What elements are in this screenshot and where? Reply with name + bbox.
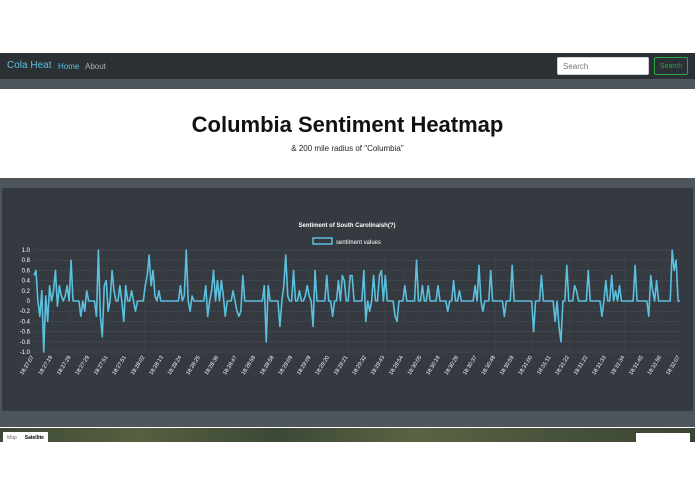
x-tick-label: 18:31:11: [536, 355, 552, 376]
x-tick-label: 18:31:22: [555, 355, 571, 376]
x-tick-label: 18:28:47: [222, 355, 238, 376]
x-tick-label: 18:29:09: [296, 355, 312, 376]
legend-label: sentiment values: [336, 240, 381, 246]
y-tick-label: 0.4: [22, 279, 31, 285]
x-tick-label: 18:31:34: [610, 355, 626, 376]
page-subtitle: & 200 mile radius of "Columbia": [291, 144, 404, 153]
x-tick-label: 18:30:05: [407, 355, 423, 376]
y-tick-label: 0: [27, 299, 31, 305]
x-tick-label: 18:31:00: [518, 355, 534, 376]
x-tick-label: 18:29:32: [351, 355, 367, 376]
y-tick-label: 0.2: [22, 289, 31, 295]
x-tick-label: 18:28:36: [204, 355, 220, 376]
x-tick-label: 18:29:43: [370, 355, 386, 376]
map-tab[interactable]: Map: [3, 432, 21, 442]
x-tick-label: 18:29:09: [278, 355, 294, 376]
satellite-tab[interactable]: Satellite: [21, 432, 48, 442]
map-type-toggle: Map Satellite: [3, 432, 48, 442]
legend-swatch: [312, 237, 333, 245]
x-tick-label: 18:30:16: [425, 355, 441, 376]
page-title: Columbia Sentiment Heatmap: [191, 112, 504, 137]
nav-link-about[interactable]: About: [85, 62, 106, 71]
x-tick-label: 18:29:20: [315, 355, 331, 376]
x-tick-label: 18:30:26: [444, 355, 460, 376]
x-tick-label: 18:27:51: [93, 355, 109, 376]
x-tick-label: 18:28:58: [259, 355, 275, 376]
y-tick-label: -0.6: [20, 330, 31, 336]
x-tick-label: 18:27:29: [56, 355, 72, 376]
map-control[interactable]: [636, 433, 690, 442]
x-tick-label: 18:32:07: [665, 355, 681, 376]
chart-legend[interactable]: sentiment values: [312, 237, 381, 246]
map-area[interactable]: [0, 428, 695, 442]
x-tick-label: 18:27:07: [19, 355, 35, 376]
x-tick-label: 18:27:51: [112, 355, 128, 376]
x-tick-label: 18:29:21: [333, 355, 349, 376]
x-tick-label: 18:31:22: [573, 355, 589, 376]
chart-section: 1.0 0.8 0.6 0.4 0.2 0 -0.2 -0.4 -0.6 -0.8 -1.0 18:2…: [0, 178, 695, 427]
x-tick-label: 18:28:13: [148, 355, 164, 376]
x-tick-label: 18:28:02: [130, 355, 146, 376]
x-tick-label: 18:30:59: [499, 355, 515, 376]
sentiment-line-chart: 1.00.80.60.40.20-0.2-0.4-0.6-0.8-1.018:2…: [19, 223, 681, 376]
brand-link[interactable]: Cola Heat: [7, 60, 51, 71]
y-tick-label: 0.8: [22, 258, 31, 264]
search-button[interactable]: Search: [654, 57, 688, 75]
x-tick-label: 18:31:56: [647, 355, 663, 376]
x-tick-label: 18:27:29: [75, 355, 91, 376]
x-tick-label: 18:30:48: [481, 355, 497, 376]
header-divider-strip: [0, 79, 695, 89]
x-tick-label: 18:28:25: [185, 355, 201, 376]
search-input[interactable]: [557, 57, 649, 75]
x-tick-label: 18:28:58: [241, 355, 257, 376]
y-tick-label: -0.2: [20, 309, 31, 315]
navbar: Cola Heat Home About Search: [0, 53, 695, 79]
x-tick-label: 18:29:54: [388, 355, 404, 376]
y-tick-label: -0.8: [20, 340, 31, 346]
chart-title: Sentiment of South Carolinaish(?): [299, 223, 396, 229]
chart-panel: 1.0 0.8 0.6 0.4 0.2 0 -0.2 -0.4 -0.6 -0.8 -1.0 18:2…: [2, 188, 693, 411]
y-tick-label: 0.6: [22, 268, 31, 274]
y-tick-label: 1.0: [22, 248, 31, 254]
x-tick-label: 18:31:45: [628, 355, 644, 376]
nav-link-home[interactable]: Home: [58, 62, 79, 71]
x-tick-label: 18:31:33: [591, 355, 607, 376]
y-tick-label: -1.0: [20, 350, 31, 356]
y-tick-label: -0.4: [20, 319, 31, 325]
x-tick-label: 18:28:24: [167, 355, 183, 376]
x-tick-label: 18:30:37: [462, 355, 478, 376]
x-tick-label: 18:27:18: [38, 355, 54, 376]
